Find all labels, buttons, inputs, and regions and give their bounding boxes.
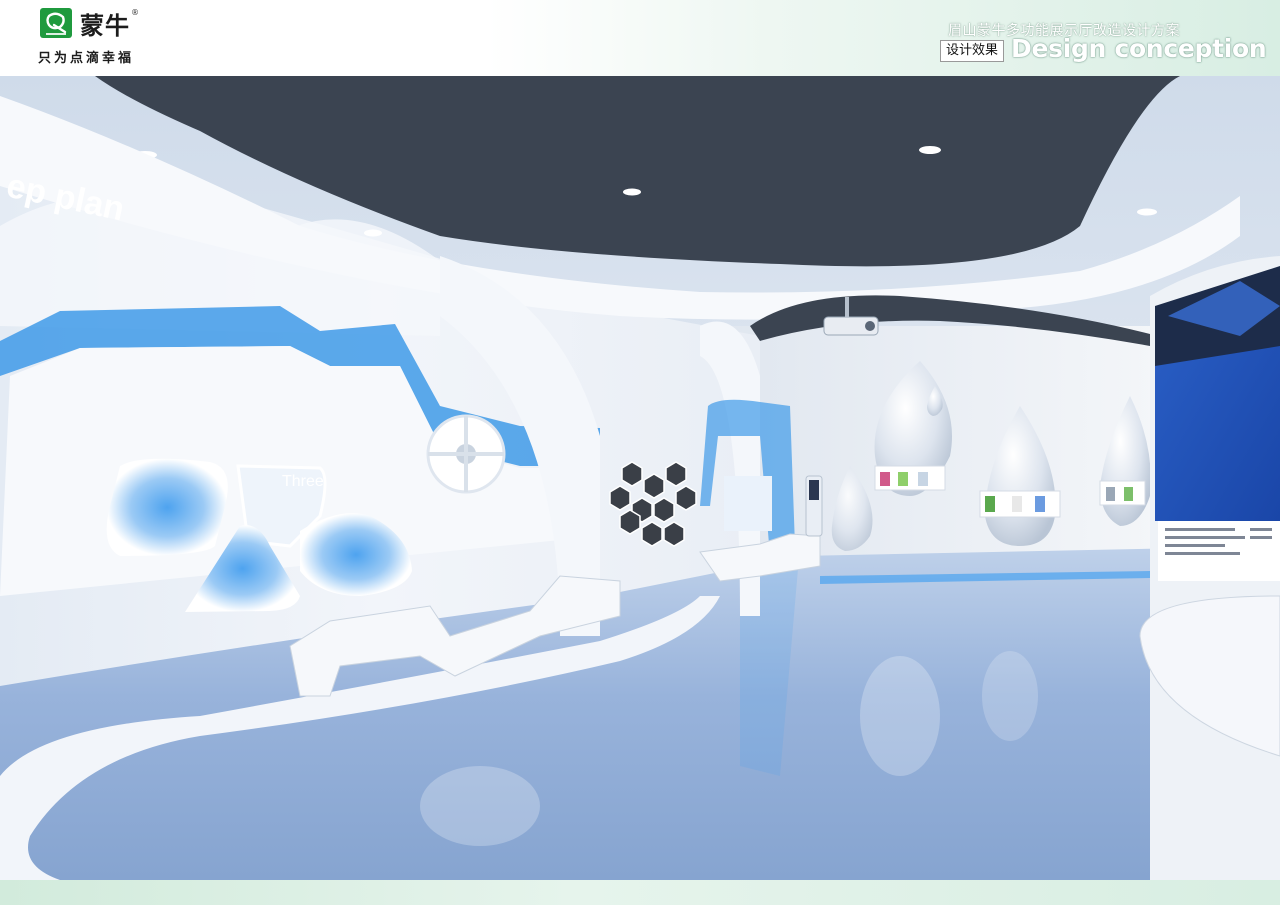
registered-mark: ® <box>131 8 139 17</box>
brand-slogan: 只为点滴幸福 <box>38 51 135 66</box>
section-tag: 设计效果 <box>940 40 1004 62</box>
header-bar: 蒙牛 ® 只为点滴幸福 眉山蒙牛多功能展示厅改造设计方案 设计效果 Design… <box>0 0 1280 76</box>
render-illustration: Three ep plan <box>0 76 1280 880</box>
footer-band <box>0 880 1280 905</box>
section-headline: Design conception <box>1011 34 1267 63</box>
exhibition-hall-render: Three ep plan <box>0 76 1280 880</box>
panel-text: Three <box>282 473 324 490</box>
brand-name: 蒙牛 <box>80 12 130 40</box>
mengniu-logo-icon <box>40 8 72 38</box>
